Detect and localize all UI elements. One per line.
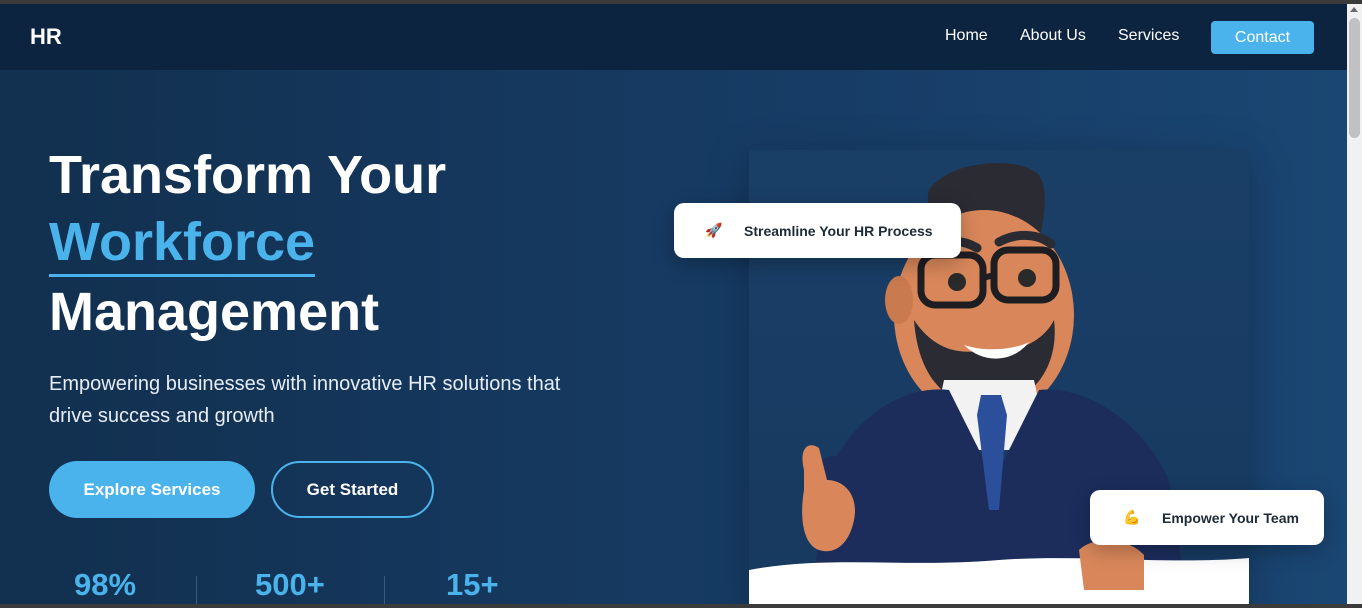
- streamline-card: 🚀 Streamline Your HR Process: [674, 203, 961, 258]
- hero-headline: Transform Your Workforce Management: [49, 142, 446, 346]
- vertical-scrollbar[interactable]: [1347, 4, 1362, 604]
- get-started-button[interactable]: Get Started: [271, 461, 434, 518]
- headline-line-3: Management: [49, 282, 380, 342]
- explore-services-button[interactable]: Explore Services: [49, 461, 255, 518]
- scroll-up-arrow-icon[interactable]: [1350, 7, 1358, 12]
- scrollbar-thumb[interactable]: [1349, 18, 1360, 138]
- stat-value: 500+: [255, 567, 325, 602]
- logo[interactable]: HR: [30, 24, 62, 50]
- hero-section: HR Home About Us Services Contact Transf…: [0, 4, 1347, 604]
- headline-accent: Workforce: [49, 212, 316, 277]
- streamline-card-label: Streamline Your HR Process: [744, 222, 933, 239]
- stat-value: 98%: [74, 567, 137, 602]
- flexed-biceps-icon: 💪: [1123, 509, 1141, 525]
- headline-line-1: Transform Your: [49, 145, 447, 205]
- stat-value: 15+: [446, 567, 499, 602]
- nav-services-link[interactable]: Services: [1118, 27, 1179, 45]
- rocket-icon: 🚀: [705, 222, 723, 238]
- stat-divider: [196, 576, 197, 604]
- navbar: HR Home About Us Services Contact: [0, 4, 1347, 70]
- hero-subtitle: Empowering businesses with innovative HR…: [49, 373, 561, 427]
- nav-about-link[interactable]: About Us: [1020, 27, 1086, 45]
- empower-card-label: Empower Your Team: [1162, 509, 1299, 526]
- empower-card: 💪 Empower Your Team: [1090, 490, 1324, 545]
- contact-button[interactable]: Contact: [1211, 21, 1314, 54]
- window-bottom-edge: [0, 604, 1362, 608]
- stat-divider: [384, 576, 385, 604]
- nav-home-link[interactable]: Home: [945, 27, 988, 45]
